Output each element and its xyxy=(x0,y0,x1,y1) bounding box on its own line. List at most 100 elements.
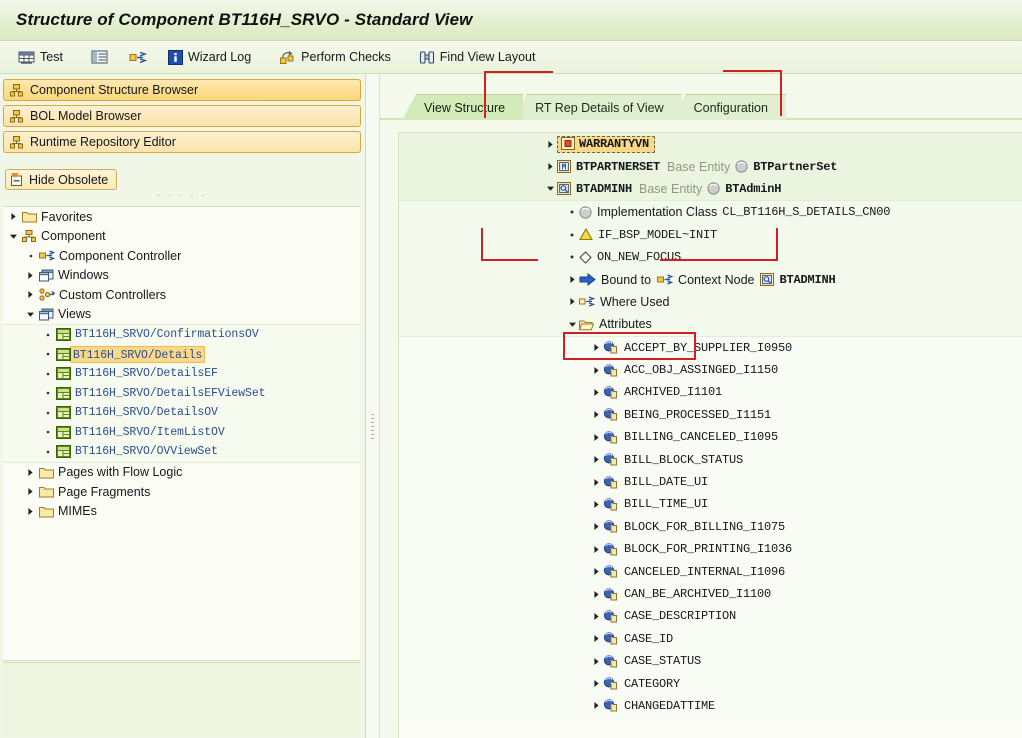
test-button[interactable]: Test xyxy=(10,43,71,71)
structure-row[interactable]: M BTPARTNERSET Base Entity BTPartnerSet xyxy=(399,155,1022,178)
sidebar-tree-item-label: Custom Controllers xyxy=(59,287,166,302)
nav-bol-model-browser[interactable]: BOL Model Browser xyxy=(3,105,361,127)
view-icon xyxy=(56,445,71,459)
attribute-name: CASE_DESCRIPTION xyxy=(624,609,737,624)
attribute-row[interactable]: BILLING_CANCELED_I1095 xyxy=(399,426,1022,449)
sidebar-tree-item[interactable]: BT116H_SRVO/DetailsEFViewSet xyxy=(3,383,360,403)
chevron-right-icon[interactable] xyxy=(24,507,37,516)
attribute-row[interactable]: ACC_OBJ_ASSINGED_I1150 xyxy=(399,358,1022,382)
attribute-blue-icon xyxy=(603,408,619,421)
tab-view-structure[interactable]: View Structure xyxy=(402,94,524,120)
attribute-row[interactable]: BLOCK_FOR_PRINTING_I1036 xyxy=(399,538,1022,561)
chevron-right-icon[interactable] xyxy=(7,212,20,221)
view-structure-tree[interactable]: WARRANTYVN M BTPARTNERSET Base Entity BTPart… xyxy=(398,132,1022,738)
toolbar-gap xyxy=(71,57,83,58)
navigate-arrows-icon xyxy=(129,50,147,65)
panel-splitter[interactable] xyxy=(366,74,380,738)
attribute-row[interactable]: CHANGEDATTIME xyxy=(399,694,1022,718)
attribute-row[interactable]: CASE_ID xyxy=(399,627,1022,650)
nav-runtime-repository-editor[interactable]: Runtime Repository Editor xyxy=(3,131,361,153)
chevron-down-icon[interactable] xyxy=(7,232,20,241)
sidebar-tree-item[interactable]: Page Fragments xyxy=(3,482,360,502)
chevron-right-icon[interactable] xyxy=(589,634,603,643)
structure-row[interactable]: Where Used xyxy=(399,290,1022,314)
sidebar-tree-item[interactable]: MIMEs xyxy=(3,502,360,522)
chevron-right-icon[interactable] xyxy=(24,290,37,299)
panel-resize-dots[interactable]: · · · · · xyxy=(3,190,361,201)
sidebar-tree-item[interactable]: BT116H_SRVO/DetailsOV xyxy=(3,403,360,423)
attribute-row[interactable]: BILL_TIME_UI xyxy=(399,493,1022,516)
runtime-repo-icon xyxy=(10,135,24,149)
chevron-right-icon[interactable] xyxy=(589,410,603,419)
find-view-layout-button[interactable]: Find View Layout xyxy=(411,43,544,71)
structure-row-attributes[interactable]: Attributes xyxy=(399,313,1022,336)
chevron-right-icon[interactable] xyxy=(589,567,603,576)
chevron-right-icon[interactable] xyxy=(589,478,603,487)
sidebar-tree-item[interactable]: BT116H_SRVO/ConfirmationsOV xyxy=(3,325,360,345)
chevron-down-icon[interactable] xyxy=(565,320,579,329)
sidebar-tree-item[interactable]: Component xyxy=(3,227,360,247)
chevron-right-icon[interactable] xyxy=(565,275,579,284)
structure-row[interactable]: BTADMINH Base Entity BTAdminH xyxy=(399,177,1022,201)
chevron-right-icon[interactable] xyxy=(24,468,37,477)
splitter-grip[interactable] xyxy=(371,414,374,440)
wizard-log-button[interactable]: Wizard Log xyxy=(160,43,259,71)
list-details-button[interactable] xyxy=(83,43,121,71)
chevron-right-icon[interactable] xyxy=(589,366,603,375)
chevron-right-icon[interactable] xyxy=(589,612,603,621)
chevron-right-icon[interactable] xyxy=(589,657,603,666)
structure-row[interactable]: IF_BSP_MODEL~INIT xyxy=(399,223,1022,246)
sidebar-tree-item[interactable]: Favorites xyxy=(3,207,360,227)
structure-row[interactable]: Implementation Class CL_BT116H_S_DETAILS_… xyxy=(399,201,1022,224)
hide-obsolete-button[interactable]: Hide Obsolete xyxy=(5,169,118,190)
chevron-right-icon[interactable] xyxy=(589,522,603,531)
chevron-right-icon[interactable] xyxy=(565,297,579,306)
component-structure-tree[interactable]: Favorites Component Component Controller Wi… xyxy=(3,206,360,661)
structure-row[interactable]: Bound to Context Node BTADMINH xyxy=(399,268,1022,291)
chevron-right-icon[interactable] xyxy=(589,500,603,509)
chevron-right-icon[interactable] xyxy=(24,487,37,496)
sidebar-tree-item[interactable]: Custom Controllers xyxy=(3,285,360,305)
attribute-row[interactable]: CAN_BE_ARCHIVED_I1100 xyxy=(399,582,1022,606)
chevron-right-icon[interactable] xyxy=(589,388,603,397)
sidebar-tree-item[interactable]: Views xyxy=(3,305,360,325)
tab-configuration[interactable]: Configuration xyxy=(671,94,786,120)
perform-checks-button[interactable]: Perform Checks xyxy=(271,43,399,71)
chevron-right-icon[interactable] xyxy=(589,679,603,688)
attribute-row[interactable]: ARCHIVED_I1101 xyxy=(399,381,1022,404)
sidebar-tree-item[interactable]: BT116H_SRVO/OVViewSet xyxy=(3,442,360,462)
sidebar-tree-item[interactable]: Windows xyxy=(3,266,360,286)
chevron-right-icon[interactable] xyxy=(589,590,603,599)
chevron-right-icon[interactable] xyxy=(543,162,557,171)
tab-rt-rep-details-of-view[interactable]: RT Rep Details of View xyxy=(513,94,682,120)
structure-row[interactable]: WARRANTYVN xyxy=(399,133,1022,156)
attribute-row[interactable]: CATEGORY xyxy=(399,672,1022,695)
sidebar-tree-item[interactable]: BT116H_SRVO/ItemListOV xyxy=(3,422,360,442)
chevron-right-icon[interactable] xyxy=(589,701,603,710)
attribute-row[interactable]: BLOCK_FOR_BILLING_I1075 xyxy=(399,515,1022,539)
attribute-row[interactable]: CANCELED_INTERNAL_I1096 xyxy=(399,560,1022,583)
structure-row[interactable]: ON_NEW_FOCUS xyxy=(399,245,1022,269)
attribute-row[interactable]: BILL_BLOCK_STATUS xyxy=(399,448,1022,471)
sidebar-tree-item[interactable]: Pages with Flow Logic xyxy=(3,463,360,483)
chevron-right-icon[interactable] xyxy=(589,545,603,554)
chevron-right-icon[interactable] xyxy=(589,455,603,464)
nav-component-structure-browser[interactable]: Component Structure Browser xyxy=(3,79,361,101)
chevron-right-icon[interactable] xyxy=(543,140,557,149)
tree-leaf-marker xyxy=(41,409,54,417)
sidebar-tree-item[interactable]: BT116H_SRVO/Details xyxy=(3,344,360,364)
structure-node-label: BTPARTNERSET xyxy=(576,159,661,174)
nav-label: Runtime Repository Editor xyxy=(30,135,176,149)
attribute-row[interactable]: CASE_DESCRIPTION xyxy=(399,605,1022,628)
navigate-arrows-button[interactable] xyxy=(121,43,160,71)
chevron-down-icon[interactable] xyxy=(543,184,557,193)
attribute-row[interactable]: ACCEPT_BY_SUPPLIER_I0950 xyxy=(399,336,1022,359)
sidebar-tree-item[interactable]: BT116H_SRVO/DetailsEF xyxy=(3,364,360,384)
chevron-right-icon[interactable] xyxy=(24,271,37,280)
chevron-down-icon[interactable] xyxy=(24,310,37,319)
attribute-row[interactable]: BILL_DATE_UI xyxy=(399,470,1022,494)
chevron-right-icon[interactable] xyxy=(589,433,603,442)
attribute-row[interactable]: CASE_STATUS xyxy=(399,649,1022,673)
attribute-row[interactable]: BEING_PROCESSED_I1151 xyxy=(399,403,1022,427)
sidebar-tree-item[interactable]: Component Controller xyxy=(3,246,360,266)
